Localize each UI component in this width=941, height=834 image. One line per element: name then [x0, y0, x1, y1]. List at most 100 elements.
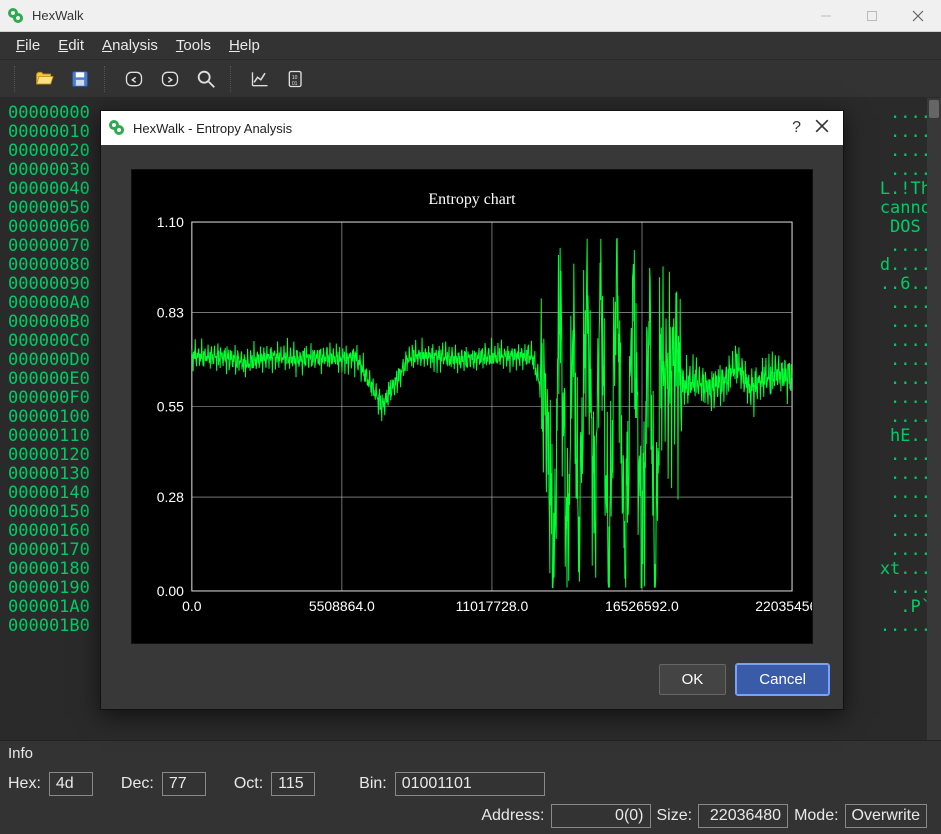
chart-button[interactable]: [246, 65, 274, 93]
save-button[interactable]: [66, 65, 94, 93]
hex-ascii: ....: [880, 389, 931, 408]
undo-icon: [123, 69, 145, 89]
hex-ascii: ....: [880, 522, 931, 541]
menubar: File Edit Analysis Tools Help: [0, 32, 941, 60]
dialog-titlebar: HexWalk - Entropy Analysis ?: [101, 111, 843, 145]
hex-ascii: ....: [880, 541, 931, 560]
entropy-dialog: HexWalk - Entropy Analysis ? Entropy cha…: [100, 110, 844, 710]
close-button[interactable]: [895, 0, 941, 32]
menu-file[interactable]: File: [8, 34, 48, 57]
address-label: Address:: [481, 807, 544, 825]
main-titlebar: HexWalk: [0, 0, 941, 32]
size-field[interactable]: 22036480: [698, 804, 788, 828]
hex-ascii: ....: [880, 237, 931, 256]
hex-label: Hex:: [8, 775, 41, 793]
binary-icon: 1001: [285, 69, 307, 89]
hex-ascii: ....: [880, 351, 931, 370]
info-panel: Info Hex: 4d Dec: 77 Oct: 115 Bin: 01001…: [0, 740, 941, 834]
hex-ascii: ....: [880, 104, 931, 123]
hex-ascii: DOS: [880, 218, 931, 237]
menu-help[interactable]: Help: [221, 34, 268, 57]
hex-ascii: ....: [880, 142, 931, 161]
svg-text:5508864.0: 5508864.0: [309, 598, 375, 614]
hex-ascii-column: ................L.!Thcanno DOS ....d....…: [880, 104, 931, 636]
svg-text:01: 01: [292, 80, 298, 86]
bin-field[interactable]: 01001101: [395, 772, 545, 796]
svg-text:0.00: 0.00: [157, 583, 184, 599]
menu-edit[interactable]: Edit: [50, 34, 92, 57]
cancel-button[interactable]: Cancel: [736, 664, 829, 695]
size-label: Size:: [657, 807, 693, 825]
menu-tools[interactable]: Tools: [168, 34, 219, 57]
hex-ascii: ....: [880, 465, 931, 484]
minimize-button[interactable]: [803, 0, 849, 32]
bin-label: Bin:: [359, 775, 387, 793]
oct-label: Oct:: [234, 775, 263, 793]
hex-ascii: d....: [880, 256, 931, 275]
main-window-title: HexWalk: [32, 8, 803, 23]
toolbar-separator: [14, 66, 20, 92]
toolbar-separator: [104, 66, 110, 92]
hex-ascii: ....: [880, 294, 931, 313]
toolbar: 1001: [0, 60, 941, 98]
svg-text:0.55: 0.55: [157, 398, 184, 414]
maximize-button[interactable]: [849, 0, 895, 32]
minimize-icon: [820, 10, 832, 22]
hex-field[interactable]: 4d: [49, 772, 93, 796]
hex-ascii: ....: [880, 446, 931, 465]
close-icon: [912, 10, 924, 22]
maximize-icon: [866, 10, 878, 22]
dialog-title: HexWalk - Entropy Analysis: [133, 121, 792, 136]
hex-ascii: L.!Th: [880, 180, 931, 199]
mode-label: Mode:: [794, 807, 838, 825]
svg-text:11017728.0: 11017728.0: [456, 598, 529, 614]
dialog-controls: ?: [792, 119, 843, 138]
hex-ascii: ....: [880, 161, 931, 180]
close-icon: [815, 119, 829, 133]
binary-button[interactable]: 1001: [282, 65, 310, 93]
save-icon: [70, 69, 90, 89]
menu-analysis[interactable]: Analysis: [94, 34, 166, 57]
hex-ascii: .P`: [880, 598, 931, 617]
app-icon: [8, 8, 24, 24]
undo-button[interactable]: [120, 65, 148, 93]
hex-ascii: ....: [880, 579, 931, 598]
redo-button[interactable]: [156, 65, 184, 93]
search-button[interactable]: [192, 65, 220, 93]
svg-text:1.10: 1.10: [157, 214, 184, 230]
dialog-help-button[interactable]: ?: [792, 119, 801, 138]
hex-ascii: ....: [880, 123, 931, 142]
hex-ascii: ..6..: [880, 275, 931, 294]
ok-button[interactable]: OK: [659, 664, 727, 695]
scrollbar-thumb[interactable]: [929, 100, 939, 118]
svg-text:Entropy chart: Entropy chart: [428, 191, 516, 208]
mode-field[interactable]: Overwrite: [845, 804, 927, 828]
window-controls: [803, 0, 941, 31]
app-icon: [109, 120, 125, 136]
entropy-chart[interactable]: Entropy chart0.000.280.550.831.100.05508…: [131, 169, 813, 644]
redo-icon: [159, 69, 181, 89]
svg-text:22035456.0: 22035456.0: [755, 598, 812, 614]
hex-ascii: hE..: [880, 427, 931, 446]
hex-ascii: ....: [880, 370, 931, 389]
hex-ascii: ....: [880, 503, 931, 522]
info-values-row: Hex: 4d Dec: 77 Oct: 115 Bin: 01001101: [8, 772, 933, 796]
chart-icon: [249, 69, 271, 89]
svg-text:16526592.0: 16526592.0: [605, 598, 679, 614]
open-file-icon: [33, 69, 55, 89]
dialog-body: Entropy chart0.000.280.550.831.100.05508…: [101, 145, 843, 654]
hex-ascii: canno: [880, 199, 931, 218]
hex-scrollbar[interactable]: [927, 98, 941, 740]
dialog-close-button[interactable]: [815, 119, 829, 138]
open-file-button[interactable]: [30, 65, 58, 93]
dec-field[interactable]: 77: [162, 772, 206, 796]
svg-text:0.0: 0.0: [182, 598, 202, 614]
dialog-footer: OK Cancel: [101, 654, 843, 709]
hex-ascii: ....: [880, 408, 931, 427]
hex-ascii: ....: [880, 313, 931, 332]
address-field[interactable]: 0(0): [551, 804, 651, 828]
oct-field[interactable]: 115: [271, 772, 315, 796]
hex-ascii: ....: [880, 332, 931, 351]
hex-ascii: xt...: [880, 560, 931, 579]
toolbar-separator: [230, 66, 236, 92]
